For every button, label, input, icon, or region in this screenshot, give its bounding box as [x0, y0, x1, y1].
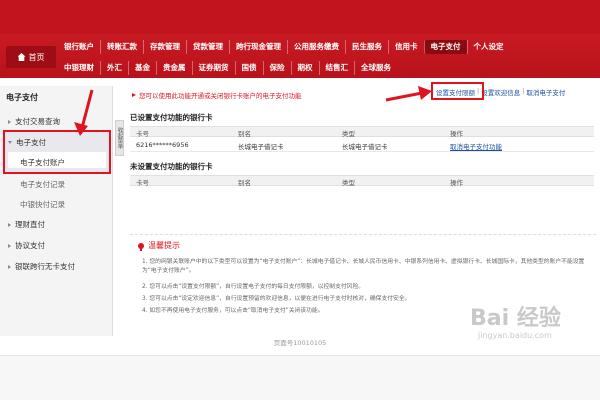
collapse-menu-tab[interactable]: 收起菜单 [115, 120, 124, 156]
chevron-right-icon [8, 119, 11, 124]
home-label: 首页 [28, 52, 45, 62]
card-type: 长城电子借记卡 [342, 143, 388, 151]
red-arrow-down-icon [74, 89, 94, 136]
col-header-card: 卡号 [136, 130, 149, 138]
top-banner [0, 0, 600, 34]
col-header-card: 卡号 [136, 179, 149, 187]
col-header-alias: 别名 [238, 130, 251, 138]
tip-item: 2. 您可以点击“设置支付限额”，自行设置电子支付的每日支付限额，以控制支付风险… [142, 284, 365, 290]
nav-row-secondary: 中银理财 外汇 基金 贵金属 证券期货 国债 保险 期权 结售汇 全球服务 [58, 61, 397, 75]
nav-item-nav_row1-2[interactable]: 存款管理 [143, 40, 186, 54]
nav-item-nav_row2-8[interactable]: 结售汇 [318, 61, 355, 75]
set-welcome-link[interactable]: 设置欢迎信息 [479, 87, 522, 97]
arrow-right-icon [132, 93, 136, 97]
nav-item-nav_row2-4[interactable]: 证券期货 [191, 61, 235, 75]
home-button[interactable]: 首页 [6, 46, 56, 68]
cancel-card-payment-link[interactable]: 取消电子支付功能 [450, 141, 502, 151]
nav-item-nav_row1-7[interactable]: 信用卡 [388, 40, 424, 54]
home-icon [17, 53, 26, 61]
sidebar-item-label: 协议支付 [15, 241, 45, 250]
nav-item-nav_row1-6[interactable]: 民生服务 [345, 40, 388, 54]
tip-item: 1. 您的网银关联账户中的以下类型可以设置为“电子支付账户”：长城电子借记卡、长… [142, 259, 585, 274]
tips-title: 温馨提示 [138, 240, 180, 251]
watermark-url: jingyan.baidu.com [478, 331, 552, 340]
nav-row-primary: 银行账户 转账汇款 存款管理 贷款管理 跨行现金管理 公用服务缴费 民生服务 信用卡 电子支付个… [58, 40, 510, 54]
notice-text: 您可以使用此功能开通或关闭银行卡账户的电子支付功能 [132, 90, 302, 100]
tips-heading: 温馨提示 [148, 241, 180, 250]
nav-item-nav_row1-9[interactable]: 个人设定 [466, 40, 510, 54]
nav-item-nav_row1-0[interactable]: 银行账户 [58, 40, 100, 54]
col-header-alias: 别名 [238, 179, 251, 187]
watermark-logo: Bai 经验 [470, 306, 561, 331]
sidebar-item-label: 理财直付 [15, 220, 45, 229]
chevron-right-icon [8, 243, 11, 248]
sidebar-item-wealth-pay[interactable]: 理财直付 [8, 219, 45, 230]
col-header-action: 操作 [450, 130, 463, 138]
table-row: 6216******6956 长城电子借记卡 长城电子借记卡 取消电子支付功能 [130, 138, 594, 152]
nav-item-nav_row2-5[interactable]: 国债 [234, 61, 263, 75]
nav-item-nav_row2-0[interactable]: 中银理财 [58, 61, 100, 75]
sidebar-subitem-e-payment-records[interactable]: 电子支付记录 [20, 179, 65, 190]
sidebar-item-label: 银联跨行无卡支付 [15, 262, 75, 271]
chevron-right-icon [8, 222, 11, 227]
card-alias: 长城电子借记卡 [238, 143, 284, 151]
nav-item-nav_row1-1[interactable]: 转账汇款 [100, 40, 143, 54]
unset-cards-header: 卡号 别名 类型 操作 [130, 175, 594, 187]
sidebar-item-unionpay-cardless[interactable]: 银联跨行无卡支付 [8, 261, 75, 272]
nav-item-nav_row2-6[interactable]: 保险 [262, 61, 291, 75]
nav-item-nav_row1-4[interactable]: 跨行现金管理 [229, 40, 287, 54]
sidebar-subitem-quickpay-records[interactable]: 中银快付记录 [20, 199, 65, 210]
nav-item-nav_row2-2[interactable]: 基金 [128, 61, 156, 75]
red-arrow-right-icon [385, 86, 432, 102]
nav-item-nav_row2-9[interactable]: 全球服务 [354, 61, 397, 75]
card-number: 6216******6956 [136, 141, 189, 149]
page-footer [0, 355, 600, 400]
nav-item-nav_row2-7[interactable]: 期权 [290, 61, 319, 75]
col-header-action: 操作 [450, 179, 463, 187]
location-pin-icon [138, 242, 144, 251]
nav-item-nav_row1-3[interactable]: 贷款管理 [186, 40, 229, 54]
set-cards-title: 已设置支付功能的银行卡 [130, 113, 213, 122]
unset-cards-title: 未设置支付功能的银行卡 [130, 162, 213, 171]
sidebar-item-payment-query[interactable]: 支付交易查询 [8, 116, 60, 127]
col-header-type: 类型 [342, 179, 355, 187]
cancel-e-payment-link[interactable]: 取消电子支付 [524, 87, 567, 97]
sidebar-item-agreement-pay[interactable]: 协议支付 [8, 240, 45, 251]
chevron-right-icon [8, 264, 11, 269]
highlight-box-set-limit [431, 82, 484, 100]
sidebar-title: 电子支付 [6, 93, 38, 102]
nav-item-nav_row2-3[interactable]: 贵金属 [156, 61, 192, 75]
sidebar-item-label: 支付交易查询 [15, 117, 60, 126]
col-header-type: 类型 [342, 130, 355, 138]
set-cards-header: 卡号 别名 类型 操作 [130, 126, 594, 138]
nav-item-nav_row1-8[interactable]: 电子支付 [423, 40, 467, 54]
notice-message: 您可以使用此功能开通或关闭银行卡账户的电子支付功能 [139, 92, 302, 100]
nav-item-nav_row1-5[interactable]: 公用服务缴费 [287, 40, 345, 54]
nav-item-nav_row2-1[interactable]: 外汇 [100, 61, 128, 75]
